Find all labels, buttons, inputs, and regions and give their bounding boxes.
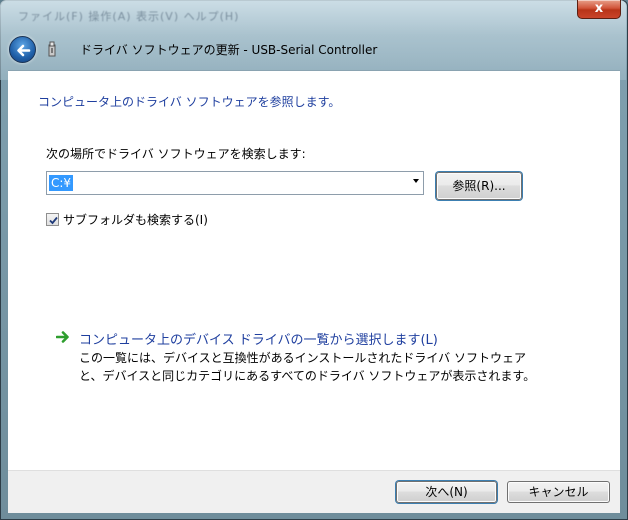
subfolder-label[interactable]: サブフォルダも検索する(I) [63, 211, 208, 228]
subfolder-option[interactable]: サブフォルダも検索する(I) [46, 211, 208, 227]
content-panel [8, 70, 620, 470]
next-button[interactable]: 次へ(N) [396, 481, 497, 503]
pick-from-list-link[interactable]: コンピュータ上のデバイス ドライバの一覧から選択します(L) [79, 329, 438, 348]
back-arrow-icon [17, 44, 31, 57]
back-button[interactable] [9, 36, 36, 63]
title-bar[interactable]: ファイル(F) 操作(A) 表示(V) ヘルプ(H) [0, 0, 626, 80]
green-arrow-icon [56, 331, 69, 343]
close-button[interactable]: x [577, 0, 621, 19]
path-combobox[interactable]: C:¥ [46, 171, 424, 195]
cancel-button[interactable]: キャンセル [507, 481, 610, 503]
pick-from-list-description: この一覧には、デバイスと互換性があるインストールされたドライバ ソフトウェア と… [79, 349, 535, 385]
path-value[interactable]: C:¥ [49, 175, 74, 191]
search-location-label: 次の場所でドライバ ソフトウェアを検索します: [46, 147, 306, 161]
browse-button[interactable]: 参照(R)... [436, 172, 522, 200]
subfolder-checkbox[interactable] [46, 212, 59, 226]
description-line: と、デバイスと同じカテゴリにあるすべてのドライバ ソフトウェアが表示されます。 [79, 369, 536, 383]
usb-device-icon [48, 41, 56, 57]
description-line: この一覧には、デバイスと互換性があるインストールされたドライバ ソフトウェア [79, 351, 526, 365]
checkmark-icon [49, 216, 58, 224]
window-title: ドライバ ソフトウェアの更新 - USB-Serial Controller [80, 43, 378, 57]
chevron-down-icon[interactable] [413, 179, 419, 183]
page-heading: コンピュータ上のドライバ ソフトウェアを参照します。 [38, 95, 341, 109]
background-menu-text: ファイル(F) 操作(A) 表示(V) ヘルプ(H) [18, 10, 240, 23]
